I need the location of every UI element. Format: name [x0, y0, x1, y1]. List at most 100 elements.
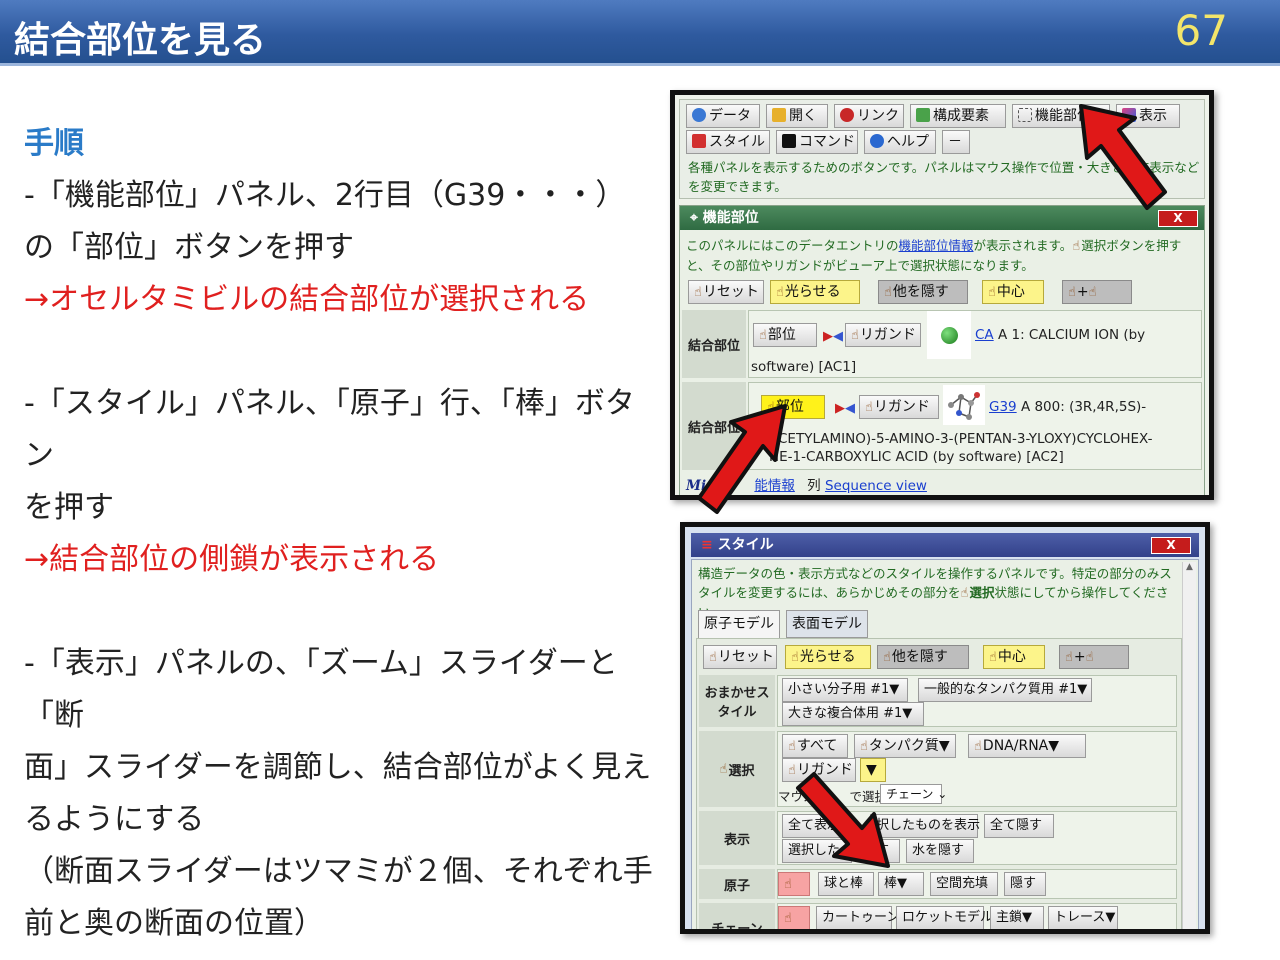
hand-icon: ☝: [960, 586, 969, 601]
data-button[interactable]: データ: [686, 104, 760, 128]
space-fill-button[interactable]: 空間充填: [930, 872, 998, 896]
step1-line1: -「機能部位」パネル、2行目（G39・・・）: [24, 178, 626, 213]
highlight-button[interactable]: ☝光らせる: [785, 645, 871, 669]
omakase-style-label: おまかせスタイル: [699, 675, 775, 727]
chevron-down-icon: ⌄: [937, 787, 948, 801]
reset-button[interactable]: ☝リセット: [688, 280, 764, 304]
protein-style[interactable]: 一般的なタンパク質用 #1▼: [918, 678, 1092, 702]
chain-pick-button[interactable]: ☝: [778, 906, 810, 929]
hand-icon: ☝: [974, 739, 982, 754]
sequence-view-link[interactable]: Sequence view: [825, 478, 927, 494]
scrollbar[interactable]: ▲: [1182, 562, 1196, 929]
style-icon: [692, 134, 706, 148]
slide-number: 67: [1174, 6, 1228, 55]
hand-icon: ☝: [784, 911, 792, 926]
ligand-desc-1b: software) [AC1]: [751, 359, 857, 375]
hide-all-button[interactable]: 全て隠す: [984, 814, 1054, 838]
arrow-to-site-button: [697, 404, 787, 514]
rocket-model-button[interactable]: ロケットモデル: [896, 906, 993, 929]
help-icon: [870, 134, 884, 148]
hand-icon: ☝: [719, 761, 728, 777]
arrow-to-function-button: [1079, 104, 1167, 210]
chain-label: チェーン: [699, 903, 775, 929]
step2-result: →結合部位の側鎖が表示される: [24, 542, 440, 577]
step2-line2: を押す: [24, 490, 114, 525]
hand-icon: ☝: [860, 739, 868, 754]
ligand-desc-2a: G39 A 800: (3R,4R,5S)-: [989, 399, 1147, 415]
site-button-1[interactable]: ☝部位: [753, 323, 817, 347]
select-protein-button[interactable]: ☝タンパク質▼: [854, 734, 956, 758]
open-button[interactable]: 開く: [766, 104, 828, 128]
omakase-row: 小さい分子用 #1▼ 一般的なタンパク質用 #1▼ 大きな複合体用 #1▼: [777, 675, 1177, 727]
hand-icon: ☝: [791, 650, 799, 665]
step2-line1: -「スタイル」パネル、「原子」行、「棒」ボタン: [24, 386, 635, 473]
cartoon-button[interactable]: カートゥーン: [816, 906, 899, 929]
tab-surface-model[interactable]: 表面モデル: [786, 610, 868, 638]
binding-site-label: 結合部位: [682, 310, 746, 378]
hide-others-button[interactable]: ☝他を隠す: [877, 645, 969, 669]
instructions: 手順 -「機能部位」パネル、2行目（G39・・・） の「部位」ボタンを押す →オ…: [24, 118, 656, 950]
reset-button[interactable]: ☝リセット: [703, 645, 777, 669]
hand-icon: ☝: [759, 328, 767, 343]
green-sphere-icon: [941, 327, 958, 344]
hand-icon: ☝: [788, 739, 796, 754]
step1-result: →オセルタミビルの結合部位が選択される: [24, 282, 590, 317]
hide-atom-button[interactable]: 隠す: [1004, 872, 1046, 896]
style-button[interactable]: スタイル: [686, 130, 770, 154]
ligand-button-2[interactable]: ☝リガンド: [859, 395, 939, 419]
link-icon: ▶◀: [823, 329, 843, 344]
ligand-button-1[interactable]: ☝リガンド: [845, 323, 921, 347]
display-label: 表示: [699, 811, 775, 865]
hide-others-button[interactable]: ☝他を隠す: [878, 280, 968, 304]
style-panel-body: 構造データの色・表示方式などのスタイルを操作するパネルです。特定の部分のみスタイ…: [691, 559, 1199, 929]
select-all-button[interactable]: ☝すべて: [782, 734, 848, 758]
hand-icon: ☝: [1068, 285, 1076, 300]
select-label: ☝ 選択: [699, 731, 775, 807]
backbone-button[interactable]: 主鎖▼: [990, 906, 1044, 929]
link-button[interactable]: リンク: [834, 104, 904, 128]
calcium-thumbnail: [927, 311, 971, 359]
style-icon: ≡: [701, 537, 718, 553]
binding-site-row-2: ☝部位 ▶◀ ☝リガンド G39 A 800: (3R,4R,5S)- ACET…: [748, 382, 1202, 470]
instructions-heading: 手順: [24, 126, 84, 161]
center-button[interactable]: ☝中心: [982, 280, 1044, 304]
ligand-id-link-2[interactable]: G39: [989, 399, 1017, 415]
hand-icon: ☝: [694, 285, 702, 300]
terminal-icon: [782, 134, 796, 148]
hand-icon: ☝: [988, 285, 996, 300]
help-button[interactable]: ヘルプ: [864, 130, 936, 154]
link-icon: [840, 108, 854, 122]
arrow-to-stick-button: [796, 772, 890, 868]
center-button[interactable]: ☝中心: [983, 645, 1045, 669]
components-button[interactable]: 構成要素: [910, 104, 1006, 128]
slide-title: 結合部位を見る: [14, 20, 267, 61]
hand-icon: ☝: [883, 650, 891, 665]
hand-icon: ☝: [709, 650, 717, 665]
trace-button[interactable]: トレース▼: [1048, 906, 1118, 929]
close-button[interactable]: X: [1151, 537, 1191, 554]
highlight-button[interactable]: ☝光らせる: [770, 280, 860, 304]
hand-icon: ☝: [776, 285, 784, 300]
add-button[interactable]: ☝+☝: [1059, 645, 1129, 669]
link-icon: ▶◀: [835, 401, 855, 416]
function-info-link[interactable]: 機能部位情報: [899, 238, 974, 253]
command-button[interactable]: コマンド: [776, 130, 858, 154]
large-complex-style[interactable]: 大きな複合体用 #1▼: [782, 702, 924, 726]
tab-atom-model[interactable]: 原子モデル: [698, 610, 780, 638]
select-dna-rna-button[interactable]: ☝DNA/RNA▼: [968, 734, 1086, 758]
small-molecule-style[interactable]: 小さい分子用 #1▼: [782, 678, 908, 702]
atom-label: 原子: [699, 869, 775, 899]
step3-line4: （断面スライダーはツマミが２個、それぞれ手: [24, 854, 653, 889]
slide-header: 結合部位を見る 67: [0, 0, 1280, 66]
chain-row: ☝ カートゥーン ロケットモデル 主鎖▼ トレース▼: [777, 903, 1177, 929]
hand-icon: ☝: [1065, 650, 1073, 665]
hide-water-button[interactable]: 水を隠す: [906, 839, 974, 863]
step3-line3: るようにする: [24, 802, 205, 837]
ligand-id-link-1[interactable]: CA: [975, 327, 994, 343]
ligand-desc-2b: ACETYLAMINO)-5-AMINO-3-(PENTAN-3-YLOXY)C…: [769, 431, 1153, 447]
hand-icon: ☝: [865, 400, 873, 415]
add-button[interactable]: ☝+☝: [1062, 280, 1132, 304]
style-panel-screenshot: ≡ スタイル X 構造データの色・表示方式などのスタイルを操作するパネルです。特…: [680, 522, 1210, 934]
binding-site-row-1: ☝部位 ▶◀ ☝リガンド CA A 1: CALCIUM ION (by sof…: [748, 310, 1202, 378]
minimize-button[interactable]: －: [942, 130, 970, 154]
